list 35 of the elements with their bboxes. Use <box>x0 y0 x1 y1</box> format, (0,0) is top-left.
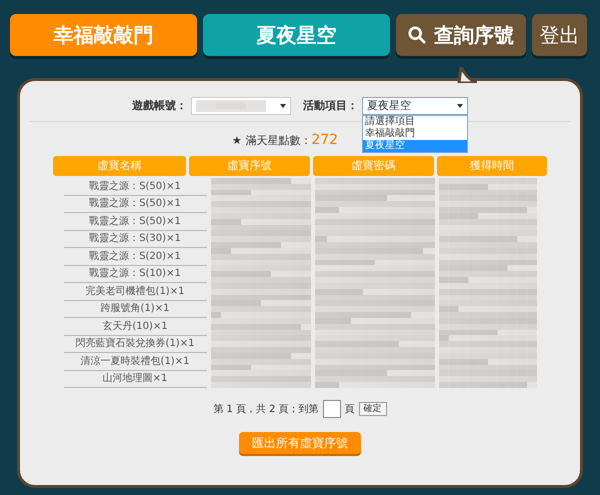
table-cell: 山河地理圖×1 <box>64 370 206 388</box>
column-header: 獲得時間 <box>437 156 547 176</box>
points-label: ★ 滿天星點數： <box>232 133 312 149</box>
page-input[interactable] <box>322 400 341 418</box>
table-cell: 完美老司機禮包(1)×1 <box>64 283 206 300</box>
caret-icon <box>457 104 463 108</box>
blurred-value <box>196 100 266 112</box>
pager-text: 第 1 頁，共 2 頁；到第 <box>213 402 319 416</box>
account-label: 遊戲帳號： <box>132 98 187 114</box>
search-button[interactable]: 查詢序號 <box>396 14 526 56</box>
table-cell: 戰靈之源：S(20)×1 <box>64 248 206 266</box>
dropdown-option[interactable]: 幸福敲敲門 <box>363 128 467 140</box>
event-label: 活動項目： <box>303 98 358 114</box>
table-cell: 閃亮藍寶石裝兌換券(1)×1 <box>64 336 206 353</box>
search-label: 查詢序號 <box>434 22 514 49</box>
table-cell: 跨服號角(1)×1 <box>64 300 206 318</box>
pager-suffix: 頁 <box>344 402 355 416</box>
points-value: 272 <box>311 131 338 150</box>
event-select[interactable]: 夏夜星空 <box>362 97 468 115</box>
table-cell: 戰靈之源：S(50)×1 <box>64 213 206 230</box>
column-header: 虛寶序號 <box>189 156 310 176</box>
table-cell: 玄天丹(10)×1 <box>64 318 206 336</box>
table-cell: 戰靈之源：S(50)×1 <box>64 178 206 196</box>
table-cell: 戰靈之源：S(10)×1 <box>64 266 206 283</box>
table-cell: 戰靈之源：S(30)×1 <box>64 230 206 248</box>
column-header: 虛寶名稱 <box>53 156 186 176</box>
dropdown-option[interactable]: 請選擇項目 <box>363 116 467 128</box>
confirm-button[interactable]: 確定 <box>358 402 387 416</box>
caret-icon <box>280 104 286 108</box>
table-cell: 戰靈之源：S(50)×1 <box>64 196 206 213</box>
select-value: 夏夜星空 <box>367 98 411 114</box>
column-header: 虛寶密碼 <box>313 156 434 176</box>
table-cell: 清涼一夏時裝禮包(1)×1 <box>64 353 206 370</box>
search-icon <box>408 26 426 44</box>
logout-button[interactable]: 登出 <box>532 14 587 56</box>
